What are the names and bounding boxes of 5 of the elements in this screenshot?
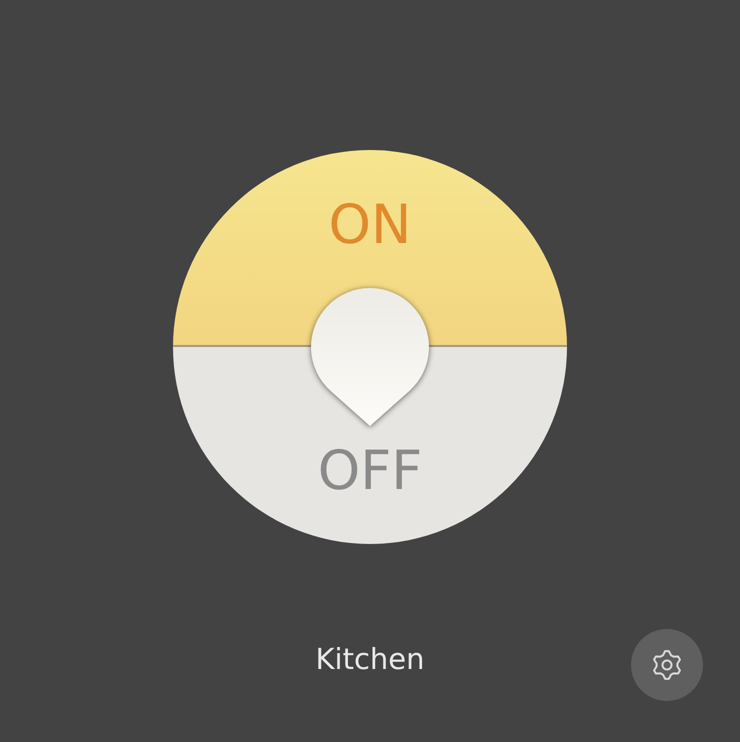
off-label: OFF <box>318 440 422 502</box>
off-half[interactable]: OFF <box>173 347 567 544</box>
on-label: ON <box>328 194 412 256</box>
room-name: Kitchen <box>316 642 424 676</box>
toggle-dial[interactable]: ON OFF <box>173 150 567 544</box>
